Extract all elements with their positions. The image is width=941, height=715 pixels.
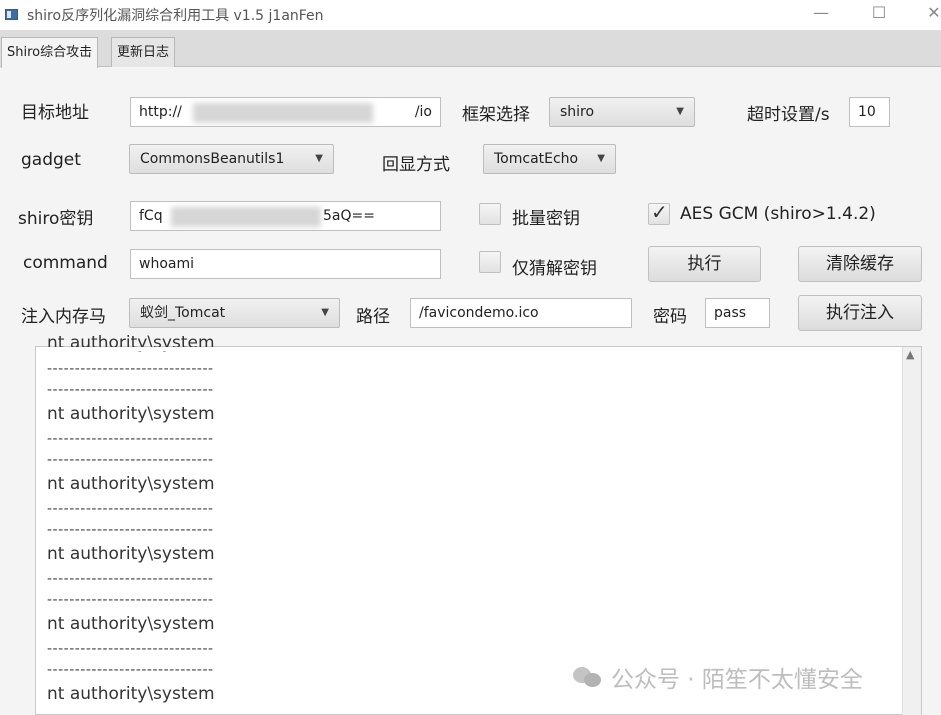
output-separator: ------------------------------: [47, 592, 214, 608]
batch-key-checkbox[interactable]: [479, 203, 501, 225]
output-separator: ------------------------------: [47, 662, 214, 678]
command-label: command: [23, 253, 108, 273]
output-separator: ------------------------------: [47, 361, 214, 377]
output-line: nt authority\system: [47, 684, 215, 704]
aes-gcm-checkbox[interactable]: ✓: [648, 200, 670, 225]
target-url-input[interactable]: http:// /io: [130, 97, 441, 127]
memshell-select[interactable]: 蚁剑_Tomcat ▼: [129, 298, 340, 328]
gadget-label: gadget: [21, 150, 81, 170]
output-line: nt authority\system: [47, 404, 215, 424]
shiro-key-input[interactable]: fCq 5aQ==: [130, 201, 441, 231]
output-scrollbar[interactable]: ▲: [902, 347, 921, 715]
path-label: 路径: [356, 307, 390, 327]
inject-button[interactable]: 执行注入: [798, 295, 922, 331]
redaction-blur: [171, 207, 321, 227]
output-line: nt authority\system: [47, 614, 215, 634]
path-input[interactable]: /favicondemo.ico: [410, 298, 632, 328]
framework-label: 框架选择: [462, 105, 530, 125]
tab-changelog[interactable]: 更新日志: [111, 37, 176, 67]
echo-label: 回显方式: [382, 155, 450, 175]
tab-shiro-attack[interactable]: Shiro综合攻击: [1, 37, 99, 68]
key-label: shiro密钥: [18, 209, 94, 229]
batch-key-label: 批量密钥: [512, 209, 580, 229]
scroll-up-icon[interactable]: ▲: [906, 348, 914, 361]
framework-select[interactable]: shiro ▼: [549, 97, 695, 127]
timeout-label: 超时设置/s: [747, 105, 830, 125]
output-separator: ------------------------------: [47, 382, 214, 398]
chevron-down-icon: ▼: [597, 153, 605, 164]
echo-select[interactable]: TomcatEcho ▼: [483, 144, 616, 174]
clear-cache-button[interactable]: 清除缓存: [798, 246, 922, 282]
gadget-select[interactable]: CommonsBeanutils1 ▼: [129, 144, 334, 174]
gadget-value: CommonsBeanutils1: [140, 151, 285, 167]
chevron-down-icon: ▼: [315, 153, 323, 164]
echo-value: TomcatEcho: [494, 151, 579, 167]
guess-key-checkbox[interactable]: [479, 251, 501, 273]
memshell-label: 注入内存马: [21, 307, 106, 327]
output-separator: ------------------------------: [47, 431, 214, 447]
redaction-blur: [193, 103, 373, 123]
minimize-button[interactable]: —: [801, 0, 841, 30]
target-url-start: http://: [139, 104, 182, 120]
output-separator: ------------------------------: [47, 522, 214, 538]
output-line: nt authority\system: [47, 544, 215, 564]
framework-value: shiro: [560, 104, 595, 120]
output-separator: ------------------------------: [47, 501, 214, 517]
output-separator: ------------------------------: [47, 452, 214, 468]
output-separator: ------------------------------: [47, 641, 214, 657]
target-label: 目标地址: [21, 103, 89, 123]
title-bar: shiro反序列化漏洞综合利用工具 v1.5 j1anFen — ☐ ✕: [0, 0, 941, 30]
timeout-input[interactable]: 10: [849, 97, 890, 127]
maximize-button[interactable]: ☐: [859, 0, 899, 30]
window-title: shiro反序列化漏洞综合利用工具 v1.5 j1anFen: [27, 8, 324, 24]
app-icon: [5, 9, 18, 20]
guess-key-label: 仅猜解密钥: [512, 259, 597, 279]
close-button[interactable]: ✕: [914, 0, 941, 30]
key-value-start: fCq: [139, 208, 163, 224]
chevron-down-icon: ▼: [676, 106, 684, 117]
execute-button[interactable]: 执行: [648, 246, 761, 282]
checkmark-icon: ✓: [651, 200, 668, 224]
target-url-end: /io: [414, 104, 432, 120]
aes-gcm-label: AES GCM (shiro>1.4.2): [680, 204, 876, 224]
watermark-text: 公众号 · 陌笙不太懂安全: [611, 667, 863, 693]
memshell-value: 蚁剑_Tomcat: [140, 305, 226, 321]
output-separator: ------------------------------: [47, 571, 214, 587]
command-input[interactable]: whoami: [130, 249, 441, 279]
output-line: nt authority\system: [47, 474, 215, 494]
wechat-icon: [573, 667, 603, 689]
password-label: 密码: [653, 307, 687, 327]
watermark: 公众号 · 陌笙不太懂安全: [573, 660, 863, 694]
output-top-clip: [36, 347, 902, 351]
password-input[interactable]: pass: [705, 298, 770, 328]
key-value-end: 5aQ==: [323, 208, 375, 224]
chevron-down-icon: ▼: [321, 307, 329, 318]
